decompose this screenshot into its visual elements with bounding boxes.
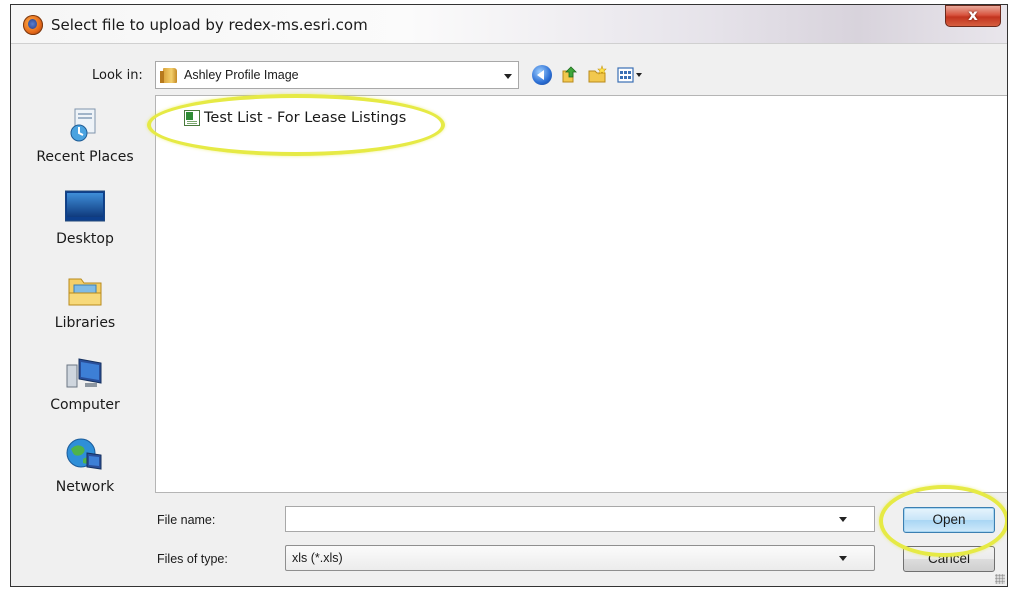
sidebar-item-label: Computer bbox=[50, 397, 120, 413]
file-name-input[interactable] bbox=[285, 506, 875, 532]
file-name-label: Test List - For Lease Listings bbox=[204, 110, 407, 126]
resize-grip[interactable] bbox=[995, 574, 1005, 584]
look-in-value: Ashley Profile Image bbox=[184, 68, 299, 82]
recent-places-icon bbox=[65, 107, 105, 143]
sidebar-item-label: Recent Places bbox=[36, 149, 134, 165]
new-folder-icon[interactable] bbox=[587, 65, 607, 85]
file-list[interactable]: Test List - For Lease Listings bbox=[155, 95, 1007, 493]
title-bar[interactable]: Select file to upload by redex-ms.esri.c… bbox=[11, 5, 1007, 44]
look-in-dropdown[interactable]: Ashley Profile Image bbox=[155, 61, 519, 89]
libraries-icon bbox=[65, 273, 105, 309]
files-of-type-select[interactable]: xls (*.xls) bbox=[285, 545, 875, 571]
files-of-type-value: xls (*.xls) bbox=[292, 551, 343, 565]
desktop-icon bbox=[64, 189, 106, 225]
sidebar-item-network[interactable]: Network bbox=[21, 437, 149, 495]
sidebar-item-label: Desktop bbox=[56, 231, 114, 247]
up-folder-icon[interactable] bbox=[559, 65, 579, 85]
excel-file-icon bbox=[184, 110, 200, 126]
sidebar-item-label: Libraries bbox=[54, 315, 116, 331]
file-name-label: File name: bbox=[157, 513, 216, 527]
chevron-down-icon[interactable] bbox=[839, 556, 847, 561]
network-icon bbox=[65, 437, 105, 473]
places-sidebar: Recent Places Desktop Libraries Computer… bbox=[21, 97, 149, 505]
folder-icon bbox=[160, 68, 177, 83]
file-upload-dialog: Select file to upload by redex-ms.esri.c… bbox=[10, 4, 1008, 587]
firefox-icon bbox=[23, 15, 43, 35]
sidebar-item-computer[interactable]: Computer bbox=[21, 355, 149, 413]
open-button[interactable]: Open bbox=[903, 507, 995, 533]
look-in-label: Look in: bbox=[92, 68, 143, 83]
chevron-down-icon[interactable] bbox=[839, 517, 847, 522]
sidebar-item-recent-places[interactable]: Recent Places bbox=[21, 107, 149, 165]
cancel-button[interactable]: Cancel bbox=[903, 546, 995, 572]
back-icon[interactable] bbox=[532, 65, 552, 85]
sidebar-item-desktop[interactable]: Desktop bbox=[21, 189, 149, 247]
close-button[interactable]: x bbox=[945, 5, 1001, 27]
computer-icon bbox=[65, 355, 105, 391]
files-of-type-label: Files of type: bbox=[157, 552, 228, 566]
sidebar-item-libraries[interactable]: Libraries bbox=[21, 273, 149, 331]
chevron-down-icon[interactable] bbox=[504, 74, 512, 79]
window-title: Select file to upload by redex-ms.esri.c… bbox=[51, 16, 368, 34]
view-menu-icon[interactable] bbox=[617, 65, 645, 85]
sidebar-item-label: Network bbox=[55, 479, 115, 495]
